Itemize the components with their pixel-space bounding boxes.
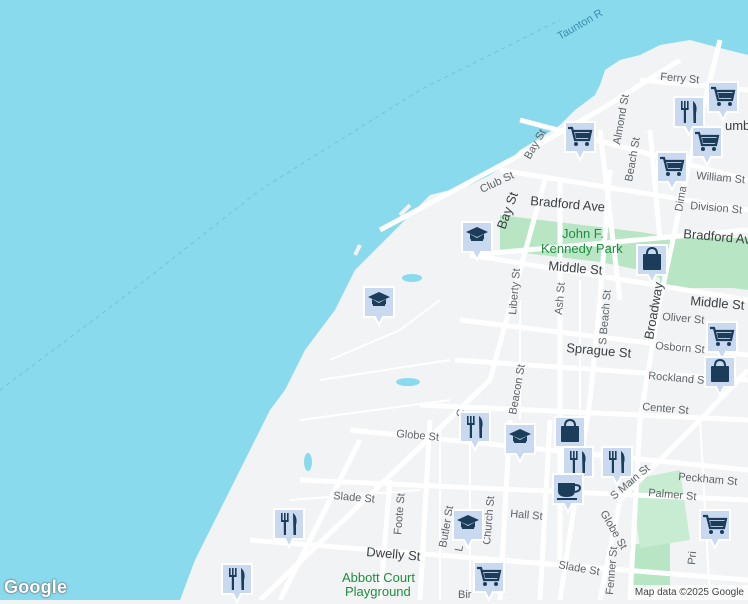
restaurant-icon (273, 508, 305, 549)
cafe-icon (552, 473, 584, 514)
map-marker-shopping-cart[interactable] (563, 120, 597, 162)
shopping-cart-icon (473, 561, 505, 602)
shopping-bag-icon (636, 244, 668, 285)
google-logo: Google (4, 577, 68, 597)
map-marker-cafe[interactable] (551, 472, 585, 514)
park-label: John F. (562, 226, 604, 241)
school-icon (363, 286, 395, 327)
restaurant-icon (673, 96, 705, 137)
restaurant-icon (601, 446, 633, 487)
school-icon (452, 509, 484, 550)
park-label: Abbott Court (342, 570, 415, 585)
map-marker-shopping-bag[interactable] (703, 355, 737, 397)
map-marker-shopping-cart[interactable] (655, 150, 689, 192)
shopping-cart-icon (656, 151, 688, 192)
pond (304, 453, 312, 471)
shopping-cart-icon (564, 121, 596, 162)
map-marker-school[interactable] (362, 285, 396, 327)
map-marker-restaurant[interactable] (672, 95, 706, 137)
restaurant-icon (221, 563, 253, 604)
street-label: Pri (686, 551, 699, 565)
school-icon (461, 221, 493, 262)
pond (396, 378, 420, 386)
map-marker-restaurant[interactable] (272, 507, 306, 549)
map-marker-school[interactable] (451, 508, 485, 550)
shopping-cart-icon (699, 509, 731, 550)
map-marker-school[interactable] (460, 220, 494, 262)
park-area (630, 540, 670, 590)
map-attribution[interactable]: Map data ©2025 Google (630, 585, 748, 600)
park-label: Kennedy Park (541, 241, 623, 256)
map-marker-school[interactable] (503, 422, 537, 464)
map-marker-shopping-cart[interactable] (698, 508, 732, 550)
street-label: Bir (458, 589, 472, 600)
map-marker-restaurant[interactable] (220, 562, 254, 604)
shopping-bag-icon (704, 356, 736, 397)
park-label: Playground (345, 584, 411, 599)
map-marker-restaurant[interactable] (458, 410, 492, 452)
map-marker-shopping-cart[interactable] (706, 80, 740, 122)
shopping-cart-icon (707, 81, 739, 122)
map-marker-restaurant[interactable] (600, 445, 634, 487)
restaurant-icon (459, 411, 491, 452)
map-marker-shopping-bag[interactable] (635, 243, 669, 285)
school-icon (504, 423, 536, 464)
map-marker-shopping-cart[interactable] (472, 560, 506, 602)
pond (402, 274, 422, 282)
